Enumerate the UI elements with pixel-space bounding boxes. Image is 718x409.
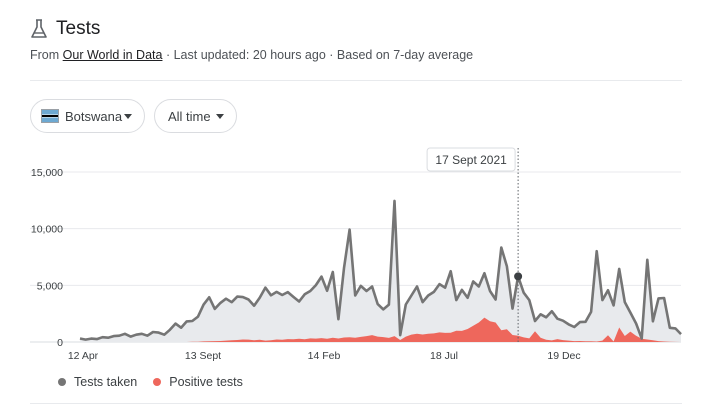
page-title: Tests <box>56 18 101 39</box>
source-line: From Our World in Data · Last updated: 2… <box>30 48 473 62</box>
y-tick-label: 5,000 <box>37 280 63 292</box>
tests-chart[interactable]: 15,000 10,000 5,000 0 12 Apr 13 Sept 14 Feb 18… <box>0 140 718 380</box>
positive-legend-label: Positive tests <box>169 375 243 389</box>
tooltip-date: 17 Sept 2021 <box>435 153 507 167</box>
from-label: From <box>30 48 60 62</box>
tests-area <box>80 200 681 342</box>
chart-legend: Tests taken Positive tests <box>58 375 243 389</box>
top-divider <box>30 80 682 81</box>
y-axis-labels: 15,000 10,000 5,000 0 <box>31 167 63 349</box>
botswana-flag-icon <box>41 109 59 123</box>
country-label: Botswana <box>65 108 123 124</box>
hover-point <box>514 272 523 281</box>
x-tick-label: 12 Apr <box>68 350 99 362</box>
flask-icon <box>31 19 47 38</box>
chevron-down-icon <box>216 113 224 119</box>
x-tick-label: 19 Dec <box>547 350 580 362</box>
time-range-label: All time <box>168 108 211 124</box>
title-row: Tests <box>30 18 100 40</box>
tests-legend-dot <box>58 378 66 386</box>
x-axis-labels: 12 Apr 13 Sept 14 Feb 18 Jul 19 Dec <box>68 350 581 362</box>
tests-legend-label: Tests taken <box>74 375 138 389</box>
bottom-divider <box>30 403 682 404</box>
hover-tooltip: 17 Sept 2021 <box>426 147 516 172</box>
last-updated-label: · Last updated: 20 hours ago <box>165 48 326 62</box>
y-tick-label: 0 <box>57 337 63 349</box>
source-link[interactable]: Our World in Data <box>63 48 163 62</box>
country-selector[interactable]: Botswana <box>30 99 145 133</box>
time-range-selector[interactable]: All time <box>154 99 237 133</box>
x-tick-label: 13 Sept <box>185 350 221 362</box>
positive-legend-dot <box>153 378 162 386</box>
average-note: · Based on 7-day average <box>329 48 474 62</box>
x-tick-label: 14 Feb <box>308 350 341 362</box>
x-tick-label: 18 Jul <box>430 350 458 362</box>
chevron-down-icon <box>124 113 132 119</box>
y-tick-label: 10,000 <box>31 224 63 236</box>
y-tick-label: 15,000 <box>31 167 63 179</box>
